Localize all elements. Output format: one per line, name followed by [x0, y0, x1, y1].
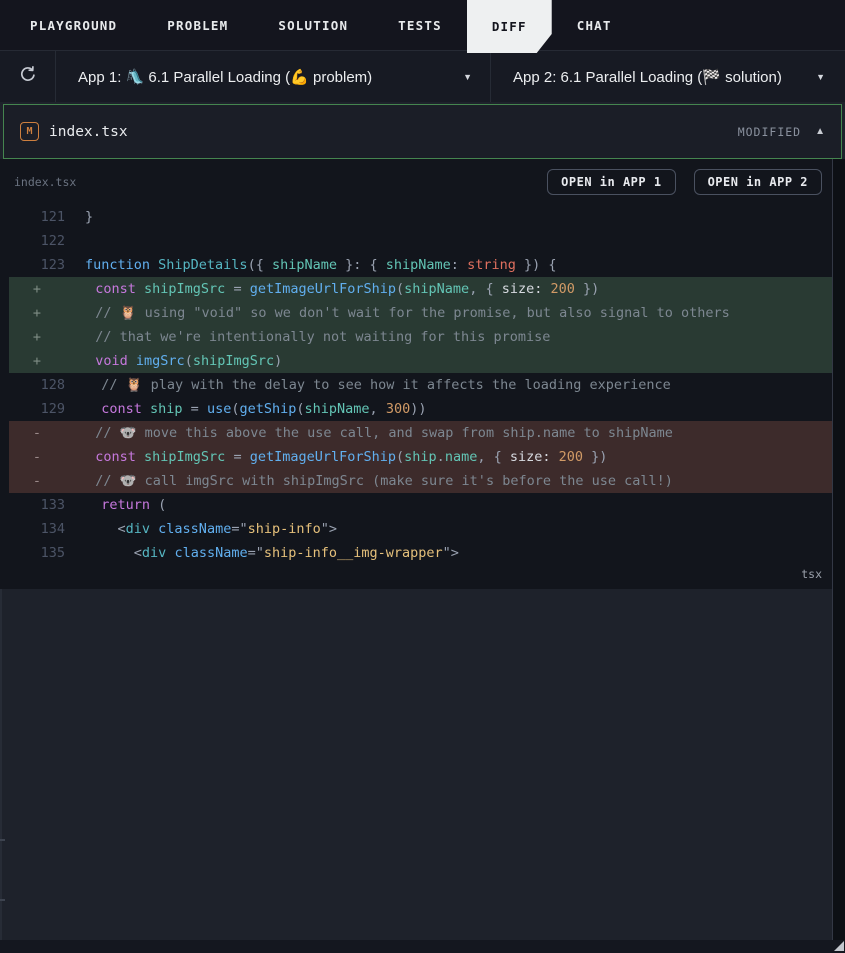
diff-code-panel: index.tsx OPEN in APP 1 OPEN in APP 2 12… [0, 159, 832, 589]
tab-tests[interactable]: TESTS [373, 0, 467, 50]
diff-line: 121} [9, 205, 832, 229]
chevron-down-icon: ▼ [463, 71, 472, 82]
diff-marker: + [32, 353, 42, 369]
tab-problem[interactable]: PROBLEM [142, 0, 253, 50]
tab-diff[interactable]: DIFF [467, 0, 552, 53]
editor-column: index.tsx OPEN in APP 1 OPEN in APP 2 12… [0, 159, 832, 940]
app2-selector-label: App 2: 6.1 Parallel Loading (🏁 solution) [513, 68, 782, 86]
diff-marker: - [32, 425, 42, 441]
line-number: 134 [40, 521, 65, 537]
line-number: 135 [40, 545, 65, 561]
line-number: 121 [40, 209, 65, 225]
open-in-app2-button[interactable]: OPEN in APP 2 [693, 169, 822, 195]
code-text: const ship = use(getShip(shipName, 300)) [85, 401, 427, 417]
line-number: 133 [40, 497, 65, 513]
code-text: function ShipDetails({ shipName }: { shi… [85, 257, 557, 273]
tab-bar: PLAYGROUND PROBLEM SOLUTION TESTS DIFF CHAT [0, 0, 845, 51]
diff-line: + // 🦉 using "void" so we don't wait for… [9, 301, 832, 325]
code-toolbar: index.tsx OPEN in APP 1 OPEN in APP 2 [0, 159, 832, 201]
code-text: const shipImgSrc = getImageUrlForShip(sh… [79, 281, 600, 297]
diff-line: 129 const ship = use(getShip(shipName, 3… [9, 397, 832, 421]
open-in-app1-button[interactable]: OPEN in APP 1 [547, 169, 676, 195]
resize-handle-icon[interactable] [834, 941, 844, 951]
line-number: 129 [40, 401, 65, 417]
code-text: <div className="ship-info__img-wrapper"> [85, 545, 459, 561]
code-text: // 🦉 using "void" so we don't wait for t… [79, 305, 730, 321]
language-row: tsx [0, 565, 832, 587]
diff-line: 123 function ShipDetails({ shipName }: { … [9, 253, 832, 277]
refresh-icon [18, 64, 38, 89]
pane-resize-notch[interactable] [0, 899, 5, 901]
tab-playground[interactable]: PLAYGROUND [5, 0, 142, 50]
diff-lines: 121} 122 123 function ShipDetails({ shipNam… [0, 205, 832, 565]
diff-line: - // 🐨 call imgSrc with shipImgSrc (make… [9, 469, 832, 493]
app2-selector[interactable]: App 2: 6.1 Parallel Loading (🏁 solution)… [491, 51, 845, 102]
diff-marker: - [32, 473, 42, 489]
code-file-label: index.tsx [14, 175, 77, 189]
tab-chat[interactable]: CHAT [552, 0, 637, 50]
language-badge: tsx [801, 567, 822, 581]
app-window: PLAYGROUND PROBLEM SOLUTION TESTS DIFF CHAT A… [0, 0, 845, 953]
diff-line: + void imgSrc(shipImgSrc) [9, 349, 832, 373]
diff-line: - // 🐨 move this above the use call, and… [9, 421, 832, 445]
diff-line: + const shipImgSrc = getImageUrlForShip(… [9, 277, 832, 301]
diff-line: + // that we're intentionally not waitin… [9, 325, 832, 349]
code-text: // that we're intentionally not waiting … [79, 329, 551, 345]
toolbar: App 1: 🛝 6.1 Parallel Loading (💪 problem… [0, 51, 845, 102]
status-badge: MODIFIED [737, 124, 802, 139]
line-number: 128 [40, 377, 65, 393]
line-number: 123 [40, 257, 65, 273]
modified-badge-icon: M [20, 122, 39, 141]
vertical-scrollbar[interactable] [832, 159, 845, 940]
code-text: void imgSrc(shipImgSrc) [79, 353, 283, 369]
app1-selector-label: App 1: 🛝 6.1 Parallel Loading (💪 problem… [78, 68, 373, 86]
collapse-icon[interactable]: ▲ [815, 126, 825, 137]
diff-line: 128 // 🦉 play with the delay to see how … [9, 373, 832, 397]
code-text: // 🦉 play with the delay to see how it a… [85, 377, 671, 393]
workspace: index.tsx OPEN in APP 1 OPEN in APP 2 12… [0, 159, 845, 940]
diff-line: 133 return ( [9, 493, 832, 517]
diff-marker: - [32, 449, 42, 465]
pane-resize-notch[interactable] [0, 839, 5, 841]
bottom-bar [0, 940, 845, 953]
empty-panel-area [0, 589, 832, 940]
diff-line: 122 [9, 229, 832, 253]
diff-line: 134 <div className="ship-info"> [9, 517, 832, 541]
open-buttons: OPEN in APP 1 OPEN in APP 2 [547, 169, 822, 195]
code-text: // 🐨 move this above the use call, and s… [79, 425, 673, 441]
diff-marker: + [32, 281, 42, 297]
diff-line: - const shipImgSrc = getImageUrlForShip(… [9, 445, 832, 469]
code-text: const shipImgSrc = getImageUrlForShip(sh… [79, 449, 608, 465]
app1-selector[interactable]: App 1: 🛝 6.1 Parallel Loading (💪 problem… [56, 51, 491, 102]
code-text: // 🐨 call imgSrc with shipImgSrc (make s… [79, 473, 673, 489]
diff-line: 135 <div className="ship-info__img-wrapp… [9, 541, 832, 565]
code-text: return ( [85, 497, 167, 513]
diff-marker: + [32, 305, 42, 321]
code-text: <div className="ship-info"> [85, 521, 338, 537]
file-header-filename: index.tsx [49, 123, 128, 140]
file-header[interactable]: M index.tsx MODIFIED ▲ [3, 104, 842, 159]
refresh-button[interactable] [0, 51, 56, 102]
diff-marker: + [32, 329, 42, 345]
tab-solution[interactable]: SOLUTION [253, 0, 373, 50]
code-text: } [85, 209, 94, 225]
line-number: 122 [40, 233, 65, 249]
chevron-down-icon: ▼ [816, 71, 825, 82]
